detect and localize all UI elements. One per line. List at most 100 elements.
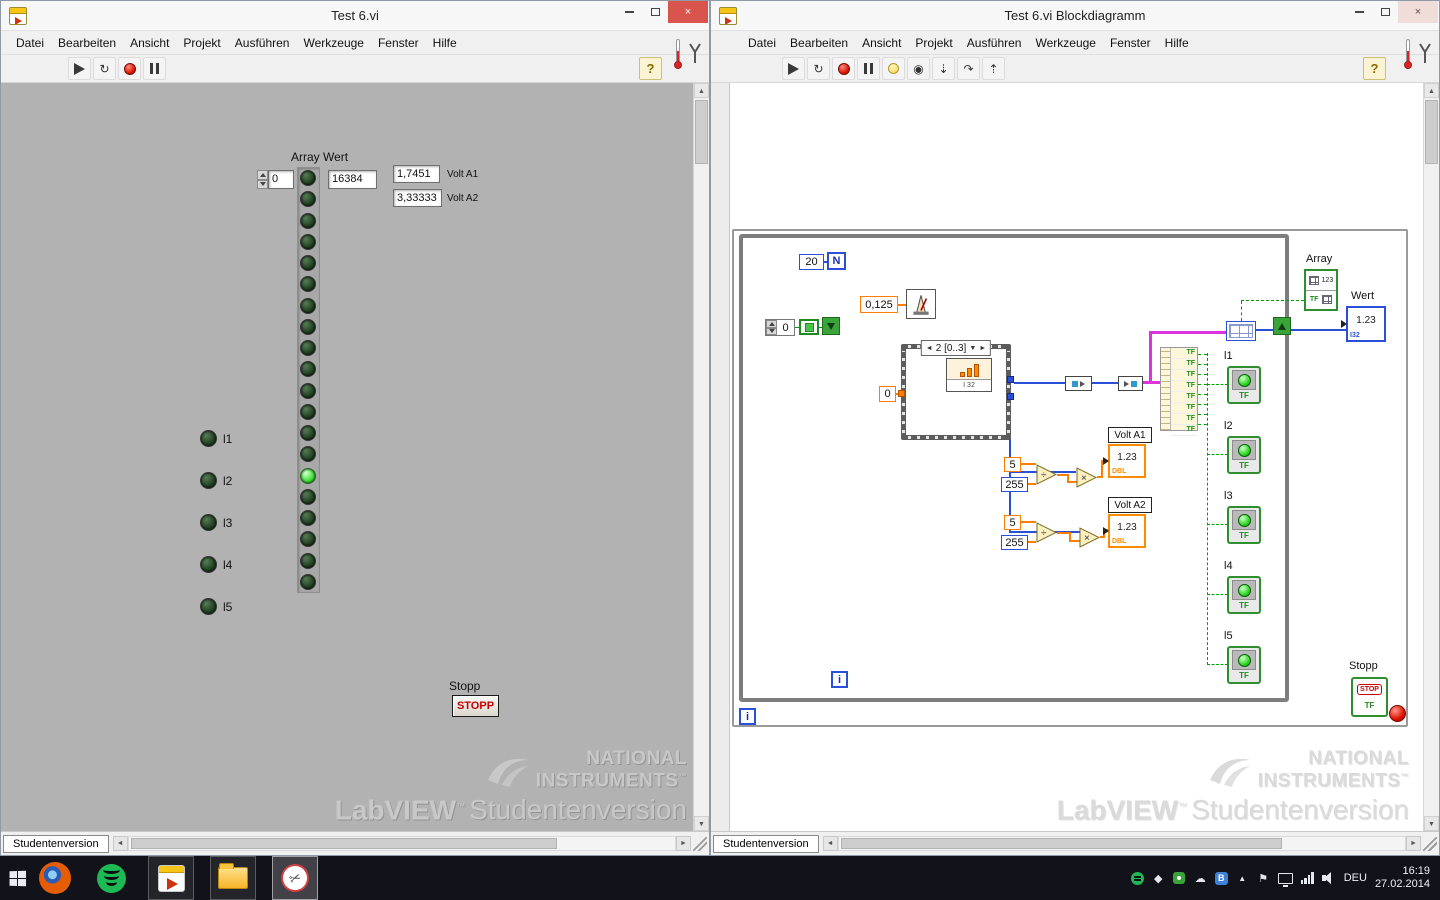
help-button[interactable]: ? (639, 57, 662, 80)
spotify-tray-icon[interactable] (1130, 871, 1144, 885)
vscroll-track[interactable] (694, 98, 709, 816)
front-panel-canvas[interactable]: Array Wert 0 16384 1,7451 Volt A1 3,3333… (1, 83, 709, 831)
resize-grip[interactable] (1423, 836, 1437, 851)
scale-denominator-1[interactable]: 255 (1001, 477, 1028, 492)
thermometer-icon[interactable] (1403, 39, 1413, 71)
menu-datei[interactable]: Datei (741, 31, 783, 55)
thermometer-icon[interactable] (673, 39, 683, 71)
divide-node-1[interactable]: ÷ (1036, 464, 1058, 490)
menu-bearbeiten[interactable]: Bearbeiten (783, 31, 855, 55)
menu-projekt[interactable]: Projekt (908, 31, 959, 55)
menu-datei[interactable]: Datei (9, 31, 51, 55)
block-diagram-titlebar[interactable]: Test 6.vi Blockdiagramm × (711, 1, 1439, 31)
build-array-node[interactable] (1226, 321, 1256, 341)
selector-prev-icon[interactable]: ◄ (926, 345, 933, 352)
vscroll-track[interactable] (1424, 98, 1439, 816)
vscroll-thumb[interactable] (1425, 100, 1438, 164)
display-tray-icon[interactable] (1277, 872, 1293, 887)
wait-time-constant[interactable]: 0,125 (860, 296, 898, 313)
selector-dropdown-icon[interactable]: ▼ (969, 345, 976, 352)
sequence-selector[interactable]: ◄ 2 [0..3] ▼ ► (920, 340, 992, 356)
run-continuous-button[interactable]: ↻ (93, 57, 116, 80)
hscroll-left-icon[interactable]: ◄ (822, 836, 838, 851)
network-tray-icon[interactable] (1300, 872, 1314, 884)
close-button[interactable]: × (668, 1, 708, 23)
studentenversion-tab[interactable]: Studentenversion (713, 834, 819, 853)
array-index-control[interactable]: 0 (257, 170, 294, 189)
hidden-icons-arrow[interactable]: ▲ (1236, 874, 1249, 883)
hscroll-thumb[interactable] (840, 838, 1283, 849)
minimize-button[interactable] (1346, 1, 1372, 23)
pause-button[interactable] (143, 57, 166, 80)
bluetooth-tray-icon[interactable]: B (1214, 871, 1228, 885)
volt-a1-indicator-terminal[interactable]: 1.23 DBL (1103, 444, 1146, 478)
volt-a2-indicator-terminal[interactable]: 1.23 DBL (1103, 514, 1146, 548)
menu-ausfuehren[interactable]: Ausführen (228, 31, 297, 55)
scroll-up-icon[interactable]: ▲ (694, 83, 709, 98)
channel-constant[interactable]: 0 (879, 386, 896, 402)
daq-read-node[interactable]: I 32 (946, 358, 992, 392)
highlight-execution-button[interactable] (882, 57, 905, 80)
minimize-button[interactable] (616, 1, 642, 23)
run-button[interactable] (68, 57, 91, 80)
wait-metronome-node[interactable] (906, 289, 936, 319)
clock[interactable]: 16:19 27.02.2014 (1375, 865, 1430, 891)
menu-fenster[interactable]: Fenster (371, 31, 426, 55)
while-loop-iteration-terminal[interactable]: i (739, 708, 756, 725)
branch-icon[interactable] (687, 39, 703, 65)
convert-node-2[interactable] (1118, 376, 1143, 391)
block-diagram-canvas[interactable]: 20 N 0,125 0 ◄ 2 [0..3] ▼ ► I 32 0 TF TF… (729, 83, 1423, 831)
step-over-button[interactable]: ↷ (957, 57, 980, 80)
block-diagram-vscrollbar[interactable]: ▲ ▼ (1423, 83, 1439, 831)
stop-button-terminal[interactable]: STOP TF (1351, 677, 1388, 717)
divide-node-2[interactable]: ÷ (1036, 522, 1058, 548)
shift-register-right[interactable] (1273, 317, 1291, 335)
retain-wire-values-button[interactable]: ◉ (907, 57, 930, 80)
multiply-node-2[interactable]: × (1079, 527, 1101, 553)
loop-count-terminal[interactable]: N (827, 252, 846, 270)
diamond-tray-icon[interactable]: ◆ (1152, 872, 1165, 885)
scale-numerator-2[interactable]: 5 (1004, 515, 1021, 530)
menu-hilfe[interactable]: Hilfe (426, 31, 464, 55)
array-indicator-terminal[interactable]: 123 TF (1304, 269, 1338, 311)
array-index-value[interactable]: 0 (268, 170, 294, 189)
taskbar-explorer[interactable] (210, 856, 256, 900)
boolean-splitter[interactable]: TF TF TF TF TF TF TF TF (1160, 347, 1198, 436)
action-center-flag-icon[interactable]: ⚑ (1257, 872, 1270, 885)
taskbar-firefox[interactable] (32, 856, 78, 900)
hscroll-right-icon[interactable]: ► (1406, 836, 1421, 851)
taskbar-spotify[interactable] (88, 856, 134, 900)
selector-next-icon[interactable]: ► (979, 345, 986, 352)
front-panel-titlebar[interactable]: Test 6.vi × (1, 1, 709, 31)
branch-icon[interactable] (1417, 39, 1433, 65)
volume-tray-icon[interactable] (1321, 872, 1336, 884)
scale-numerator-1[interactable]: 5 (1004, 457, 1021, 472)
wert-indicator-terminal[interactable]: 1.23 I32 (1341, 306, 1386, 342)
help-button[interactable]: ? (1363, 57, 1386, 80)
step-out-button[interactable]: ⇡ (982, 57, 1005, 80)
abort-button[interactable] (832, 57, 855, 80)
resize-grip[interactable] (693, 836, 707, 851)
pause-button[interactable] (857, 57, 880, 80)
multiply-node-1[interactable]: × (1076, 467, 1098, 493)
menu-ansicht[interactable]: Ansicht (855, 31, 908, 55)
front-panel-vscrollbar[interactable]: ▲ ▼ (693, 83, 709, 831)
menu-bearbeiten[interactable]: Bearbeiten (51, 31, 123, 55)
menu-projekt[interactable]: Projekt (176, 31, 227, 55)
scroll-down-icon[interactable]: ▼ (1424, 816, 1439, 831)
shift-register-left[interactable] (822, 317, 840, 335)
studentenversion-tab[interactable]: Studentenversion (3, 834, 109, 853)
menu-fenster[interactable]: Fenster (1103, 31, 1158, 55)
maximize-button[interactable] (642, 1, 668, 23)
green-app-tray-icon[interactable] (1173, 872, 1186, 884)
maximize-button[interactable] (1372, 1, 1398, 23)
loop-count-constant[interactable]: 20 (799, 254, 824, 270)
menu-werkzeuge[interactable]: Werkzeuge (296, 31, 370, 55)
run-button[interactable] (782, 57, 805, 80)
boolean-constant[interactable] (799, 319, 819, 335)
init-spinner[interactable] (766, 320, 777, 335)
start-button[interactable] (2, 856, 32, 900)
shift-init-control[interactable]: 0 (765, 319, 795, 336)
menu-ausfuehren[interactable]: Ausführen (960, 31, 1029, 55)
block-diagram-hscrollbar[interactable] (837, 836, 1406, 851)
